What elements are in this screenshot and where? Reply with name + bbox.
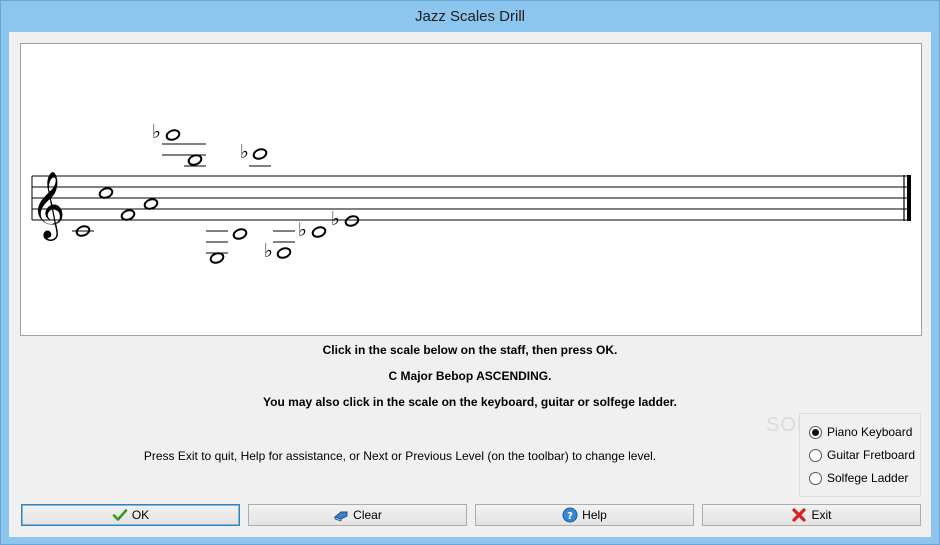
- radio-label: Solfege Ladder: [827, 471, 909, 485]
- input-mode-group: Piano Keyboard Guitar Fretboard Solfege …: [799, 413, 921, 497]
- instruction-text: Click in the scale below on the staff, t…: [322, 343, 618, 357]
- help-globe-icon: ?: [562, 507, 578, 523]
- treble-clef-icon: 𝄞: [31, 170, 65, 241]
- checkmark-icon: [112, 509, 128, 521]
- music-staff[interactable]: 𝄞 ♭ ♭ ♭ ♭ ♭: [21, 44, 921, 335]
- flat-icon: ♭: [331, 208, 340, 230]
- note: [165, 129, 181, 141]
- radio-unselected-icon[interactable]: [809, 448, 822, 462]
- help-text: Press Exit to quit, Help for assistance,…: [143, 449, 657, 463]
- radio-solfege-ladder[interactable]: Solfege Ladder: [809, 471, 908, 485]
- flat-icon: ♭: [264, 240, 273, 262]
- client-area: 𝄞 ♭ ♭ ♭ ♭ ♭ Click in the scale below on …: [9, 32, 931, 537]
- help-button[interactable]: ? Help: [475, 504, 694, 526]
- exit-button[interactable]: Exit: [702, 504, 921, 526]
- flat-signs: ♭ ♭ ♭ ♭ ♭: [152, 121, 340, 262]
- radio-label: Guitar Fretboard: [827, 448, 916, 462]
- clear-button[interactable]: Clear: [248, 504, 467, 526]
- note: [232, 228, 248, 240]
- note: [252, 148, 268, 160]
- help-button-label: Help: [582, 508, 607, 522]
- alt-instruction-text: You may also click in the scale on the k…: [263, 395, 677, 409]
- staff-lines: [32, 175, 908, 221]
- staff-panel[interactable]: 𝄞 ♭ ♭ ♭ ♭ ♭: [20, 43, 922, 336]
- radio-piano-keyboard[interactable]: Piano Keyboard: [809, 425, 912, 439]
- window-title: Jazz Scales Drill: [414, 8, 526, 25]
- note: [344, 215, 360, 227]
- app-window: Jazz Scales Drill 𝄞 ♭ ♭ ♭ ♭ ♭ Click in t…: [0, 0, 940, 545]
- clear-button-label: Clear: [353, 508, 382, 522]
- flat-icon: ♭: [298, 219, 307, 241]
- exit-button-label: Exit: [811, 508, 832, 522]
- scale-name-text: C Major Bebop ASCENDING.: [388, 369, 552, 383]
- note: [311, 226, 327, 238]
- ok-button[interactable]: OK: [21, 504, 240, 526]
- radio-selected-icon[interactable]: [809, 425, 822, 439]
- red-x-icon: [792, 508, 807, 522]
- radio-unselected-icon[interactable]: [809, 471, 822, 485]
- flat-icon: ♭: [240, 141, 249, 163]
- flat-icon: ♭: [152, 121, 161, 143]
- ok-button-label: OK: [131, 508, 150, 522]
- svg-text:?: ?: [567, 511, 573, 522]
- radio-label: Piano Keyboard: [827, 425, 913, 439]
- notes: [72, 129, 360, 264]
- title-bar[interactable]: Jazz Scales Drill: [1, 1, 939, 32]
- note: [276, 247, 292, 259]
- eraser-icon: [334, 511, 348, 522]
- radio-guitar-fretboard[interactable]: Guitar Fretboard: [809, 448, 915, 462]
